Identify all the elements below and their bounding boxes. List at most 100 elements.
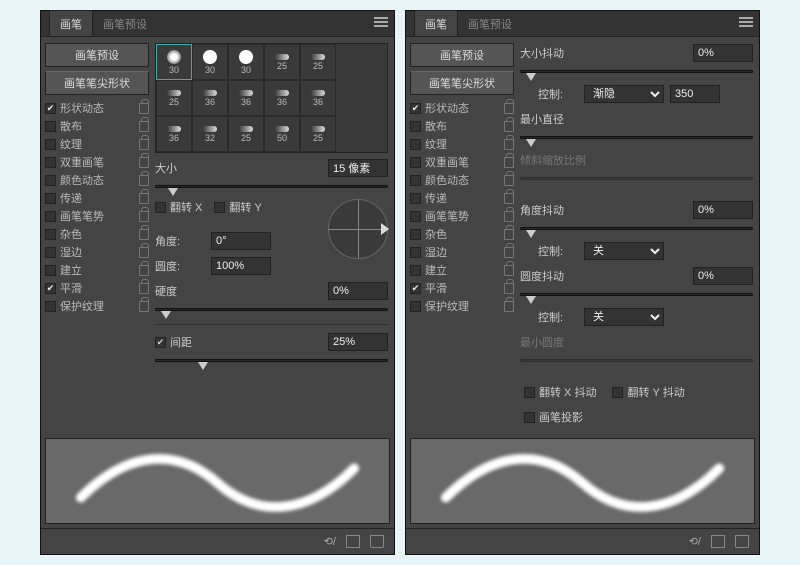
brush-cell[interactable]: 30 — [156, 44, 192, 80]
lock-icon[interactable] — [504, 265, 514, 276]
menu-icon[interactable] — [374, 17, 388, 27]
checkbox-icon[interactable] — [45, 301, 56, 312]
control-select[interactable]: 关 — [584, 308, 664, 326]
checkbox-icon[interactable] — [45, 283, 56, 294]
brush-grid[interactable]: 303030252525363636363632255025 — [155, 43, 388, 153]
checkbox-icon[interactable] — [45, 193, 56, 204]
checkbox-icon[interactable] — [410, 103, 421, 114]
tab-brush[interactable]: 画笔 — [414, 10, 458, 36]
round-jitter-input[interactable] — [693, 267, 753, 285]
control-select[interactable]: 渐隐 — [584, 85, 664, 103]
brush-cell[interactable]: 36 — [228, 80, 264, 116]
lock-icon[interactable] — [139, 121, 149, 132]
checkbox-icon[interactable] — [410, 229, 421, 240]
sidebar-option[interactable]: 纹理 — [410, 135, 514, 153]
sidebar-option[interactable]: 形状动态 — [45, 99, 149, 117]
lock-icon[interactable] — [139, 229, 149, 240]
size-jitter-slider[interactable] — [520, 70, 753, 73]
lock-icon[interactable] — [504, 301, 514, 312]
sidebar-option[interactable]: 纹理 — [45, 135, 149, 153]
brush-projection-checkbox[interactable]: 画笔投影 — [524, 409, 753, 425]
sidebar-option[interactable]: 建立 — [410, 261, 514, 279]
round-jitter-slider[interactable] — [520, 293, 753, 296]
sidebar-option[interactable]: 保护纹理 — [410, 297, 514, 315]
tab-brush-presets[interactable]: 画笔预设 — [93, 11, 157, 36]
lock-icon[interactable] — [139, 175, 149, 186]
sidebar-option[interactable]: 散布 — [410, 117, 514, 135]
checkbox-icon[interactable] — [45, 103, 56, 114]
checkbox-icon[interactable] — [45, 121, 56, 132]
sidebar-option[interactable]: 平滑 — [410, 279, 514, 297]
angle-dial[interactable] — [328, 199, 388, 259]
sidebar-option[interactable]: 杂色 — [410, 225, 514, 243]
brush-cell[interactable]: 50 — [264, 116, 300, 152]
sidebar-option[interactable]: 湿边 — [45, 243, 149, 261]
tab-brush-presets[interactable]: 画笔预设 — [458, 11, 522, 36]
lock-icon[interactable] — [504, 229, 514, 240]
size-jitter-input[interactable] — [693, 44, 753, 62]
lock-icon[interactable] — [139, 265, 149, 276]
angle-input[interactable] — [211, 232, 271, 250]
lock-icon[interactable] — [504, 139, 514, 150]
checkbox-icon[interactable] — [410, 175, 421, 186]
spacing-input[interactable] — [328, 333, 388, 351]
min-diameter-slider[interactable] — [520, 136, 753, 139]
lock-icon[interactable] — [139, 211, 149, 222]
sidebar-option[interactable]: 双重画笔 — [45, 153, 149, 171]
size-input[interactable] — [328, 159, 388, 177]
checkbox-icon[interactable] — [45, 247, 56, 258]
lock-icon[interactable] — [504, 157, 514, 168]
checkbox-icon[interactable] — [410, 301, 421, 312]
menu-icon[interactable] — [739, 17, 753, 27]
lock-icon[interactable] — [504, 211, 514, 222]
angle-jitter-input[interactable] — [693, 201, 753, 219]
brush-presets-button[interactable]: 画笔预设 — [45, 43, 149, 67]
checkbox-icon[interactable] — [410, 139, 421, 150]
control-select[interactable]: 关 — [584, 242, 664, 260]
lock-icon[interactable] — [139, 193, 149, 204]
checkbox-icon[interactable] — [410, 265, 421, 276]
brush-cell[interactable]: 25 — [228, 116, 264, 152]
brush-presets-button[interactable]: 画笔预设 — [410, 43, 514, 67]
brush-cell[interactable]: 25 — [300, 44, 336, 80]
lock-icon[interactable] — [504, 283, 514, 294]
sidebar-option[interactable]: 散布 — [45, 117, 149, 135]
sidebar-option[interactable]: 传递 — [410, 189, 514, 207]
checkbox-icon[interactable] — [410, 211, 421, 222]
sidebar-option[interactable]: 保护纹理 — [45, 297, 149, 315]
checkbox-icon[interactable] — [45, 157, 56, 168]
lock-icon[interactable] — [504, 175, 514, 186]
sidebar-option[interactable]: 颜色动态 — [410, 171, 514, 189]
sidebar-option[interactable]: 画笔笔势 — [410, 207, 514, 225]
new-icon[interactable] — [711, 535, 725, 548]
sidebar-option[interactable]: 颜色动态 — [45, 171, 149, 189]
lock-icon[interactable] — [504, 247, 514, 258]
lock-icon[interactable] — [504, 103, 514, 114]
flip-y-checkbox[interactable]: 翻转 Y — [214, 199, 261, 215]
lock-icon[interactable] — [139, 301, 149, 312]
checkbox-icon[interactable] — [410, 247, 421, 258]
checkbox-icon[interactable] — [45, 229, 56, 240]
brush-cell[interactable]: 36 — [300, 80, 336, 116]
checkbox-icon[interactable] — [45, 211, 56, 222]
sidebar-option[interactable]: 杂色 — [45, 225, 149, 243]
hardness-input[interactable] — [328, 282, 388, 300]
sidebar-option[interactable]: 画笔笔势 — [45, 207, 149, 225]
checkbox-icon[interactable] — [45, 139, 56, 150]
lock-icon[interactable] — [139, 247, 149, 258]
new-icon[interactable] — [346, 535, 360, 548]
lock-icon[interactable] — [504, 121, 514, 132]
sidebar-option[interactable]: 传递 — [45, 189, 149, 207]
spacing-slider[interactable] — [155, 359, 388, 362]
brush-tip-shape-button[interactable]: 画笔笔尖形状 — [45, 71, 149, 95]
checkbox-icon[interactable] — [410, 193, 421, 204]
checkbox-icon[interactable] — [410, 157, 421, 168]
sidebar-option[interactable]: 湿边 — [410, 243, 514, 261]
trash-icon[interactable] — [370, 535, 384, 548]
lock-icon[interactable] — [504, 193, 514, 204]
checkbox-icon[interactable] — [410, 283, 421, 294]
lock-icon[interactable] — [139, 139, 149, 150]
sidebar-option[interactable]: 形状动态 — [410, 99, 514, 117]
checkbox-icon[interactable] — [45, 265, 56, 276]
sidebar-option[interactable]: 双重画笔 — [410, 153, 514, 171]
